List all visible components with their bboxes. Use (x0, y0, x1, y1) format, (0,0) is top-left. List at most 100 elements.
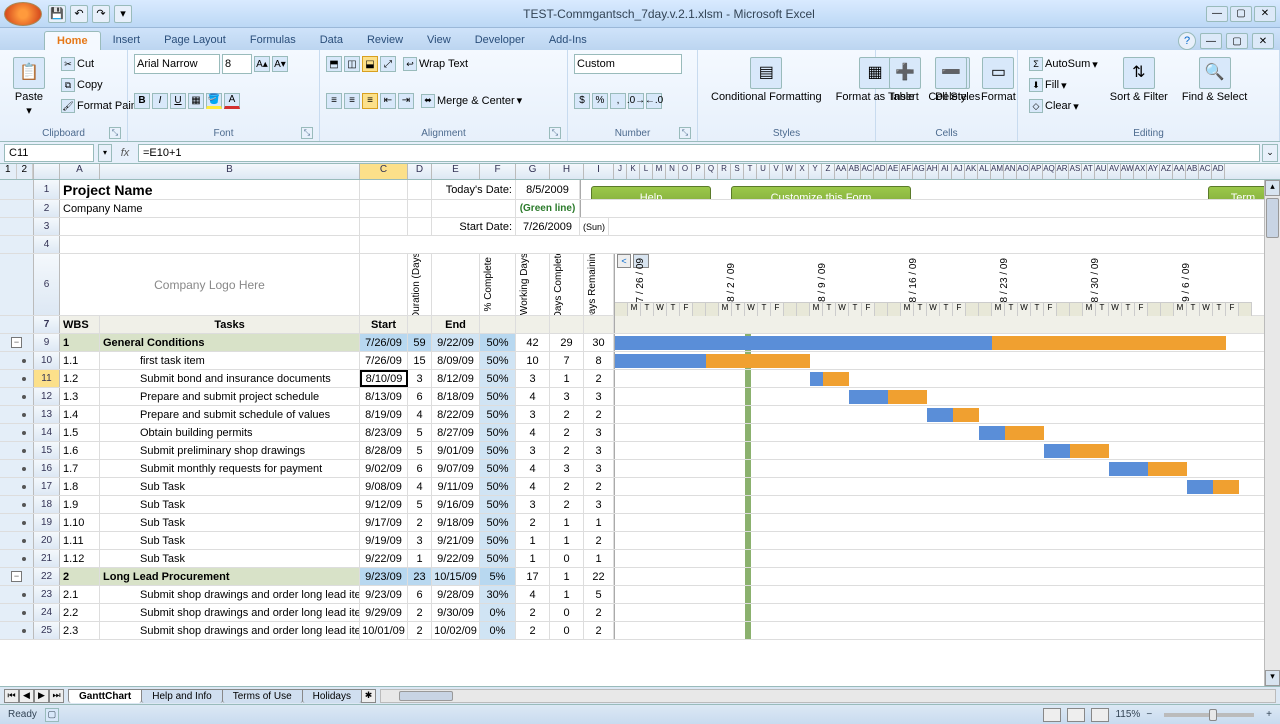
col-header-AS[interactable]: AS (1069, 164, 1082, 179)
fill-button[interactable]: ⬇Fill ▾ (1024, 75, 1103, 95)
row-header[interactable]: 20 (34, 532, 60, 549)
zoom-level[interactable]: 115% (1115, 709, 1140, 720)
gantt-bar-remaining[interactable] (888, 390, 927, 404)
col-header-X[interactable]: X (796, 164, 809, 179)
col-header-P[interactable]: P (692, 164, 705, 179)
col-header-AL[interactable]: AL (978, 164, 991, 179)
ribbon-tab-review[interactable]: Review (355, 31, 415, 50)
col-header-S[interactable]: S (731, 164, 744, 179)
italic-button[interactable]: I (152, 93, 168, 109)
row-header[interactable]: 11 (34, 370, 60, 387)
sheet-nav-next[interactable]: ▶ (34, 689, 49, 703)
col-header-AX[interactable]: AX (1134, 164, 1147, 179)
name-box-dropdown[interactable]: ▾ (98, 144, 112, 162)
gantt-bar-complete[interactable] (1044, 444, 1070, 458)
col-header-A[interactable]: A (60, 164, 100, 179)
customize-form-button[interactable]: Customize this Form (731, 186, 911, 199)
col-header-F[interactable]: F (480, 164, 516, 179)
table-row[interactable]: 171.8Sub Task9/08/0949/11/0950%422 (0, 478, 1280, 496)
align-bottom-icon[interactable]: ⬓ (362, 56, 378, 72)
col-header-D[interactable]: D (408, 164, 432, 179)
delete-cells-button[interactable]: ➖Delete (928, 54, 974, 106)
project-name[interactable]: Project Name (60, 180, 360, 199)
outline-collapse-icon[interactable]: − (11, 571, 22, 582)
table-row[interactable]: 191.10Sub Task9/17/0929/18/0950%211 (0, 514, 1280, 532)
col-header-L[interactable]: L (640, 164, 653, 179)
col-header-AG[interactable]: AG (913, 164, 926, 179)
table-row[interactable]: 201.11Sub Task9/19/0939/21/0950%112 (0, 532, 1280, 550)
todays-date[interactable]: 8/5/2009 (516, 180, 580, 199)
table-row[interactable]: 242.2Submit shop drawings and order long… (0, 604, 1280, 622)
zoom-slider[interactable] (1164, 713, 1254, 717)
merge-center-button[interactable]: ⬌Merge & Center ▾ (416, 91, 527, 111)
align-left-icon[interactable]: ≡ (326, 93, 342, 109)
col-header-J[interactable]: J (614, 164, 627, 179)
col-header-Y[interactable]: Y (809, 164, 822, 179)
ribbon-tab-home[interactable]: Home (44, 31, 101, 50)
font-size-select[interactable] (222, 54, 252, 74)
number-launcher[interactable]: ⤡ (679, 127, 691, 139)
save-icon[interactable]: 💾 (48, 5, 66, 23)
col-header-AD[interactable]: AD (1212, 164, 1225, 179)
table-row[interactable]: 232.1Submit shop drawings and order long… (0, 586, 1280, 604)
paste-button[interactable]: 📋 Paste▾ (6, 54, 52, 120)
vertical-scrollbar[interactable]: ▴ ▾ (1264, 180, 1280, 686)
col-header-AC[interactable]: AC (1199, 164, 1212, 179)
table-row[interactable]: 252.3Submit shop drawings and order long… (0, 622, 1280, 640)
alignment-launcher[interactable]: ⤡ (549, 127, 561, 139)
gantt-bar-remaining[interactable] (1148, 462, 1187, 476)
row-header[interactable]: 19 (34, 514, 60, 531)
gantt-bar-complete[interactable] (849, 390, 888, 404)
col-header-V[interactable]: V (770, 164, 783, 179)
name-box[interactable]: C11 (4, 144, 94, 162)
table-row[interactable]: 161.7Submit monthly requests for payment… (0, 460, 1280, 478)
close-button[interactable]: ✕ (1254, 6, 1276, 22)
table-row[interactable]: 141.5Obtain building permits8/23/0958/27… (0, 424, 1280, 442)
insert-cells-button[interactable]: ➕Insert (882, 54, 928, 106)
align-center-icon[interactable]: ≡ (344, 93, 360, 109)
doc-close-button[interactable]: ✕ (1252, 33, 1274, 49)
col-header-AR[interactable]: AR (1056, 164, 1069, 179)
col-header-G[interactable]: G (516, 164, 550, 179)
gantt-bar-remaining[interactable] (953, 408, 979, 422)
row-header[interactable]: 23 (34, 586, 60, 603)
company-logo-placeholder[interactable]: Company Logo Here (60, 254, 360, 315)
fill-color-button[interactable]: 🪣 (206, 93, 222, 109)
page-layout-view-icon[interactable] (1067, 708, 1085, 722)
col-header-AJ[interactable]: AJ (952, 164, 965, 179)
clipboard-launcher[interactable]: ⤡ (109, 127, 121, 139)
decrease-indent-icon[interactable]: ⇤ (380, 93, 396, 109)
gantt-bar-remaining[interactable] (1070, 444, 1109, 458)
col-header-AH[interactable]: AH (926, 164, 939, 179)
font-name-select[interactable] (134, 54, 220, 74)
table-row[interactable]: 181.9Sub Task9/12/0959/16/0950%323 (0, 496, 1280, 514)
qat-customize-icon[interactable]: ▾ (114, 5, 132, 23)
col-header-AA[interactable]: AA (835, 164, 848, 179)
hscroll-thumb[interactable] (399, 691, 453, 701)
col-header-AC[interactable]: AC (861, 164, 874, 179)
start-date[interactable]: 7/26/2009 (516, 218, 580, 235)
table-row[interactable]: 131.4Prepare and submit schedule of valu… (0, 406, 1280, 424)
col-header-AQ[interactable]: AQ (1043, 164, 1056, 179)
gantt-bar-remaining[interactable] (992, 336, 1226, 350)
maximize-button[interactable]: ▢ (1230, 6, 1252, 22)
col-header-B[interactable]: B (100, 164, 360, 179)
accounting-format-icon[interactable]: $ (574, 93, 590, 109)
company-name[interactable]: Company Name (60, 200, 360, 217)
row-header[interactable]: 25 (34, 622, 60, 639)
ribbon-tab-data[interactable]: Data (308, 31, 355, 50)
increase-decimal-icon[interactable]: .0→ (628, 93, 644, 109)
wrap-text-button[interactable]: ↩Wrap Text (398, 54, 473, 74)
sheet-tab-terms-of-use[interactable]: Terms of Use (222, 689, 303, 703)
gantt-bar-complete[interactable] (927, 408, 953, 422)
col-header-AY[interactable]: AY (1147, 164, 1160, 179)
help-icon[interactable]: ? (1178, 32, 1196, 50)
col-header-AV[interactable]: AV (1108, 164, 1121, 179)
vscroll-thumb[interactable] (1266, 198, 1279, 238)
ribbon-tab-add-ins[interactable]: Add-Ins (537, 31, 599, 50)
new-sheet-button[interactable]: ✱ (361, 689, 376, 703)
col-header-AK[interactable]: AK (965, 164, 978, 179)
comma-format-icon[interactable]: , (610, 93, 626, 109)
undo-icon[interactable]: ↶ (70, 5, 88, 23)
row-header[interactable]: 21 (34, 550, 60, 567)
